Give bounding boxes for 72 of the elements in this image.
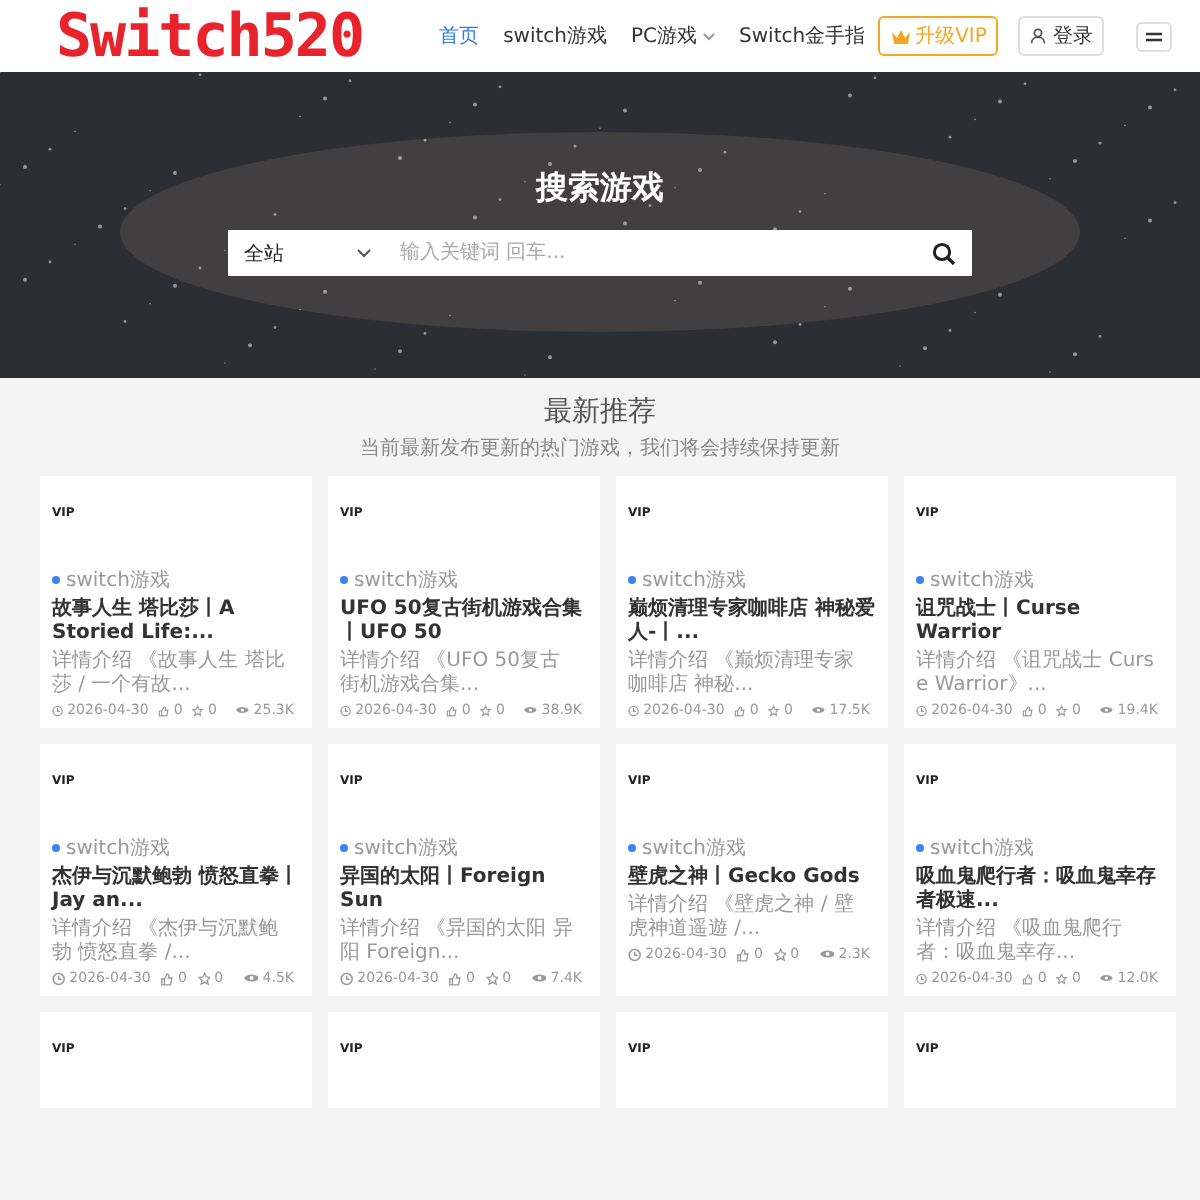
eye-icon [531,972,547,984]
game-description: 详情介绍 《UFO 50复古街机游戏合集... [340,650,563,698]
nav-link[interactable]: switch游戏 [503,22,607,50]
game-title[interactable]: 诅咒战士丨Curse Warrior [916,598,1164,646]
game-title[interactable]: UFO 50复古街机游戏合集丨UFO 50 [340,598,588,646]
clock-icon [52,971,66,985]
game-title[interactable]: 壁虎之神丨Gecko Gods [628,866,876,890]
game-title[interactable]: 巅烦清理专家咖啡店 神秘爱人-丨... [628,598,876,646]
clock-icon [340,971,354,985]
eye-icon [819,948,835,960]
nav-link[interactable]: Switch金手指 [739,22,866,50]
dot-icon [628,576,636,584]
game-description: 详情介绍 《杰伊与沉默鲍勃 愤怒直拳 /... [52,918,281,966]
eye-icon [1100,972,1114,984]
game-description: 详情介绍 《异国的太阳 异阳 Foreign... [340,918,575,966]
eye-icon [236,704,250,716]
clock-icon [628,947,642,961]
game-title[interactable]: 吸血鬼爬行者：吸血鬼幸存者极速... [916,866,1164,914]
star-icon [485,971,499,985]
game-description: 详情介绍 《吸血鬼爬行者：吸血鬼幸存... [916,918,1125,966]
thumbs-up-icon [448,971,463,985]
game-title[interactable]: 异国的太阳丨Foreign Sun [340,866,588,914]
thumbs-up-icon [736,947,751,961]
eye-icon [812,704,826,716]
thumbs-up-icon [158,703,170,717]
star-icon [480,703,492,717]
dot-icon [628,844,636,852]
crown-icon [889,27,912,45]
login-button[interactable]: 登录 [1018,16,1105,56]
search-heading: 搜索游戏 [536,168,664,210]
game-title[interactable]: 杰伊与沉默鲍勃 愤怒直拳丨Jay an... [52,866,300,914]
thumbs-up-icon [160,971,175,985]
scope-dropdown[interactable]: 全站 [228,239,388,267]
menu-button[interactable] [1136,21,1173,51]
eye-icon [524,704,538,716]
clock-icon [916,971,928,985]
clock-icon [52,703,64,717]
thumbs-up-icon [1022,971,1034,985]
star-icon [192,703,204,717]
star-icon [768,703,780,717]
game-description: 详情介绍 《壁虎之神 / 壁虎神道遥遊 /... [628,894,856,942]
chevron-down-icon [356,248,372,258]
star-icon [197,971,211,985]
section-title: 最新推荐 [544,394,656,430]
dot-icon [340,844,348,852]
search-icon[interactable] [932,241,956,265]
thumbs-up-icon [446,703,458,717]
dot-icon [916,576,924,584]
thumbs-up-icon [734,703,746,717]
eye-icon [1100,704,1114,716]
game-description: 详情介绍 《故事人生 塔比莎 / 一个有故... [52,650,287,698]
game-description: 详情介绍 《巅烦清理专家咖啡店 神秘... [628,650,857,698]
site-logo[interactable]: Switch520 [56,1,364,71]
star-icon [1056,971,1068,985]
thumbs-up-icon [1022,703,1034,717]
star-icon [773,947,787,961]
game-title[interactable]: 故事人生 塔比莎丨A Storied Life:... [52,598,300,646]
game-description: 详情介绍 《诅咒战士 Curse Warrior》... [916,650,1156,698]
nav-link[interactable]: PC游戏 [631,22,716,50]
star-icon [1056,703,1068,717]
user-icon [1030,28,1047,44]
dot-icon [52,576,60,584]
nav-link[interactable]: 首页 [439,22,480,50]
dot-icon [340,576,348,584]
dot-icon [52,844,60,852]
clock-icon [916,703,928,717]
eye-icon [243,972,259,984]
dot-icon [916,844,924,852]
menu-icon [1146,31,1163,41]
clock-icon [628,703,640,717]
section-subtitle: 当前最新发布更新的热门游戏，我们将会持续保持更新 [360,435,840,462]
clock-icon [340,703,352,717]
